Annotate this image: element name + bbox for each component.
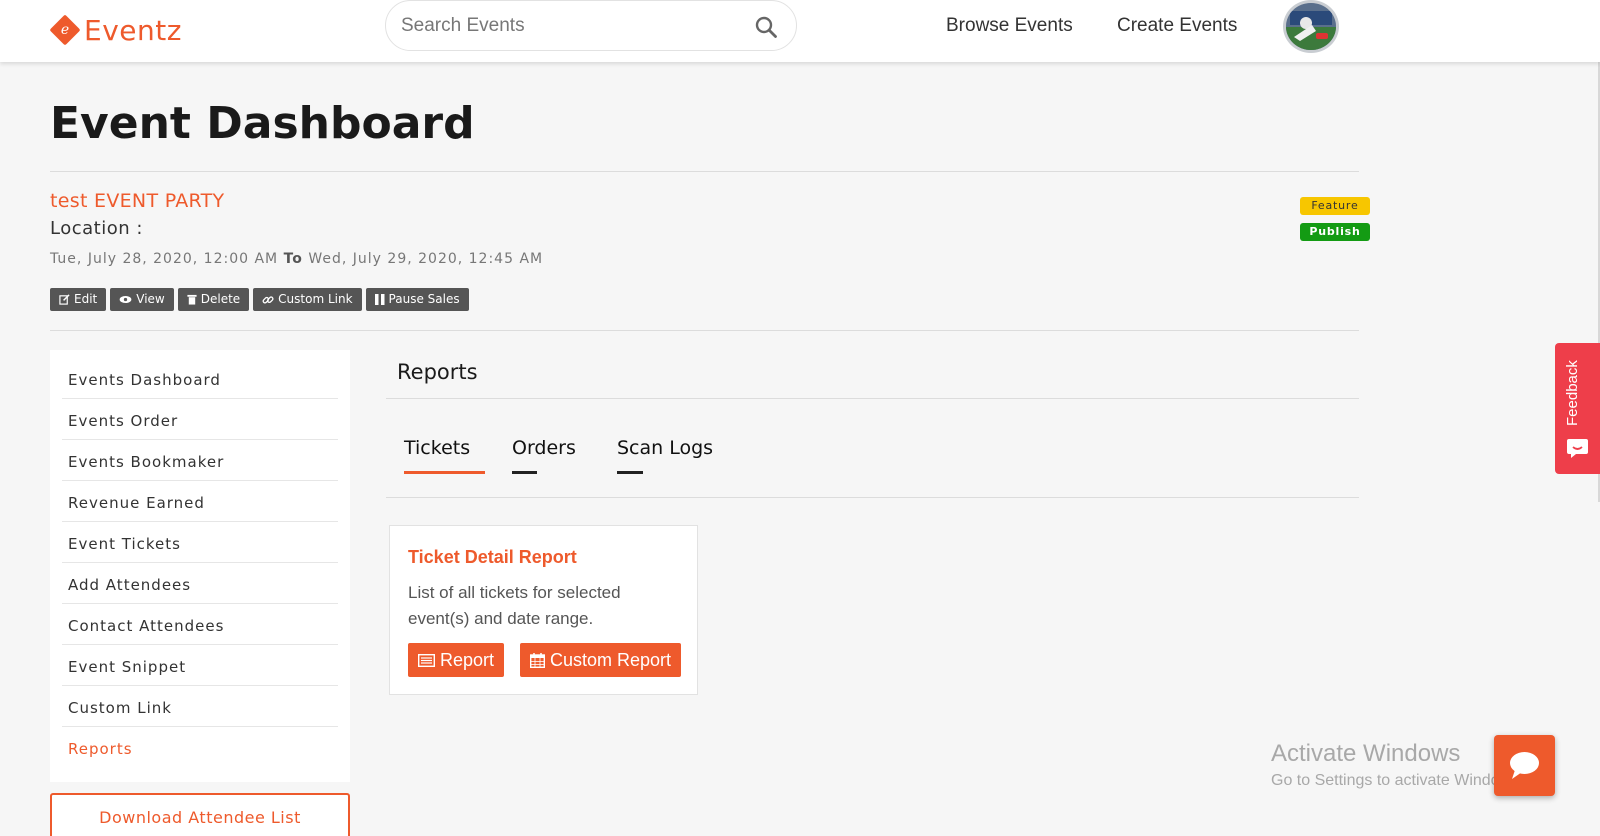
avatar-image-icon bbox=[1286, 3, 1336, 50]
divider bbox=[386, 398, 1359, 399]
location-label: Location : bbox=[50, 218, 143, 239]
card-title: Ticket Detail Report bbox=[408, 547, 577, 567]
event-actions: Edit View Delete Custom Link Pause Sales bbox=[50, 288, 469, 311]
view-label: View bbox=[136, 292, 165, 306]
sidebar-item-custom-link[interactable]: Custom Link bbox=[62, 686, 338, 727]
sidebar-item-revenue-earned[interactable]: Revenue Earned bbox=[62, 481, 338, 522]
ticket-detail-report-card: Ticket Detail Report List of all tickets… bbox=[389, 525, 698, 695]
feedback-label: Feedback bbox=[1564, 360, 1581, 426]
sidebar-item-events-bookmaker[interactable]: Events Bookmaker bbox=[62, 440, 338, 481]
divider bbox=[386, 497, 1359, 498]
event-location: Location : bbox=[50, 218, 143, 239]
event-start: Tue, July 28, 2020, 12:00 AM bbox=[50, 251, 279, 267]
custom-report-button[interactable]: Custom Report bbox=[520, 643, 682, 677]
logo-text: Eventz bbox=[84, 13, 182, 47]
publish-badge[interactable]: Publish bbox=[1300, 223, 1370, 241]
sidebar-item-event-snippet[interactable]: Event Snippet bbox=[62, 645, 338, 686]
top-header: e Eventz Browse Events Create Events bbox=[0, 0, 1600, 62]
sidebar-item-events-dashboard[interactable]: Events Dashboard bbox=[62, 358, 338, 399]
divider bbox=[50, 171, 1359, 172]
nav-browse-events[interactable]: Browse Events bbox=[946, 15, 1073, 37]
event-end: Wed, July 29, 2020, 12:45 AM bbox=[308, 251, 544, 267]
sidebar-menu: Events Dashboard Events Order Events Boo… bbox=[50, 350, 350, 782]
delete-button[interactable]: Delete bbox=[177, 288, 250, 311]
chat-button[interactable] bbox=[1494, 735, 1555, 796]
link-icon bbox=[262, 295, 274, 304]
event-dates: Tue, July 28, 2020, 12:00 AM To Wed, Jul… bbox=[50, 251, 543, 267]
feature-badge[interactable]: Feature bbox=[1300, 197, 1370, 215]
edit-icon bbox=[59, 294, 70, 305]
eye-icon bbox=[119, 295, 132, 304]
tab-scan-logs[interactable]: Scan Logs bbox=[617, 437, 713, 459]
activate-windows-watermark: Activate Windows Go to Settings to activ… bbox=[1271, 740, 1524, 790]
nav-create-events[interactable]: Create Events bbox=[1117, 15, 1237, 37]
event-name: test EVENT PARTY bbox=[50, 190, 225, 212]
pause-icon bbox=[374, 294, 385, 305]
custom-link-button[interactable]: Custom Link bbox=[253, 288, 362, 311]
trash-icon bbox=[187, 294, 197, 305]
avatar[interactable] bbox=[1283, 0, 1339, 53]
sidebar-item-events-order[interactable]: Events Order bbox=[62, 399, 338, 440]
feedback-tab[interactable]: Feedback bbox=[1555, 343, 1600, 474]
tab-orders-indicator bbox=[512, 471, 537, 474]
page-title: Event Dashboard bbox=[50, 98, 475, 149]
report-button-label: Report bbox=[440, 650, 495, 670]
watermark-line-2: Go to Settings to activate Windows. bbox=[1271, 772, 1524, 789]
sidebar-item-contact-attendees[interactable]: Contact Attendees bbox=[62, 604, 338, 645]
list-icon bbox=[418, 653, 435, 667]
card-description: List of all tickets for selected event(s… bbox=[408, 583, 621, 628]
search-box bbox=[385, 0, 797, 51]
tab-tickets-indicator bbox=[404, 471, 485, 474]
view-button[interactable]: View bbox=[110, 288, 174, 311]
custom-link-label: Custom Link bbox=[278, 292, 353, 306]
report-button[interactable]: Report bbox=[408, 643, 505, 677]
sidebar-item-reports[interactable]: Reports bbox=[62, 727, 338, 768]
sidebar-item-event-tickets[interactable]: Event Tickets bbox=[62, 522, 338, 563]
delete-label: Delete bbox=[200, 292, 241, 306]
custom-report-button-label: Custom Report bbox=[550, 650, 672, 670]
sidebar-item-add-attendees[interactable]: Add Attendees bbox=[62, 563, 338, 604]
edit-label: Edit bbox=[74, 292, 98, 306]
tab-tickets[interactable]: Tickets bbox=[404, 437, 470, 459]
calendar-icon bbox=[530, 652, 545, 668]
tab-orders[interactable]: Orders bbox=[512, 437, 576, 459]
reports-title: Reports bbox=[397, 360, 478, 384]
watermark-line-1: Activate Windows bbox=[1271, 740, 1461, 767]
search-input[interactable] bbox=[401, 13, 731, 39]
feedback-smile-icon bbox=[1567, 439, 1588, 458]
pause-sales-button[interactable]: Pause Sales bbox=[365, 288, 469, 311]
download-attendee-list-button[interactable]: Download Attendee List bbox=[50, 793, 350, 836]
tab-scan-logs-indicator bbox=[617, 471, 643, 474]
to-label: To bbox=[283, 251, 303, 267]
search-icon[interactable] bbox=[754, 15, 778, 39]
divider bbox=[50, 330, 1359, 331]
chat-bubble-icon bbox=[1510, 752, 1539, 779]
edit-button[interactable]: Edit bbox=[50, 288, 107, 311]
logo[interactable]: e Eventz bbox=[48, 10, 182, 50]
logo-icon: e bbox=[49, 14, 81, 46]
pause-sales-label: Pause Sales bbox=[388, 292, 460, 306]
